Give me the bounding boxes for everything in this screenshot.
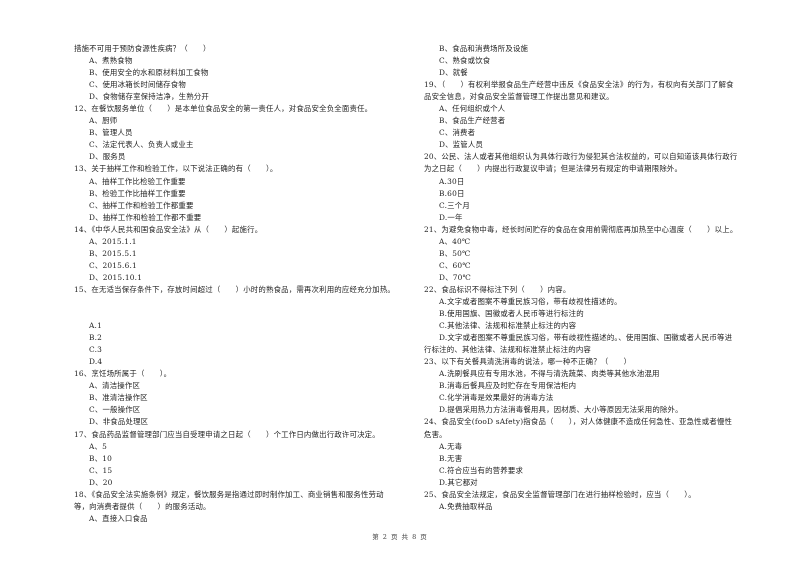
answer-option: D、服务员 [89, 152, 126, 162]
answer-option: B.使用国旗、国徽或者人民币等进行标注的 [439, 309, 584, 319]
answer-option: C、抽样工作和检验工作都重要 [89, 200, 194, 210]
answer-option: D、20 [89, 477, 113, 487]
answer-option: A.30日 [439, 176, 465, 186]
answer-option: A.无毒 [439, 441, 463, 451]
answer-option: A、煮熟食物 [89, 56, 133, 66]
answer-option: C、2015.6.1 [89, 260, 137, 270]
question-text: 24、食品安全(fooD sAfety)指食品（ ），对人体健康不造成任何急性、… [424, 417, 733, 427]
answer-option: C.三个月 [439, 200, 470, 210]
answer-option: B、50℃ [439, 248, 471, 258]
answer-option: D、非食品处理区 [89, 417, 149, 427]
question-text: 20、公民、法人或者其他组织认为具体行政行为侵犯其合法权益的，可以自知道该具体行… [424, 152, 738, 162]
answer-option: B、食品和消费场所及设施 [439, 44, 529, 53]
question-text: 22、食品标识不得标注下列（ ）内容。 [424, 284, 571, 294]
answer-option: D、抽样工作和检验工作都不重要 [89, 212, 202, 222]
answer-option: A、2015.1.1 [89, 236, 137, 246]
answer-option: D、食物储存室保持洁净，生熟分开 [89, 92, 209, 102]
answer-option: C、法定代表人、负责人或业主 [89, 140, 194, 150]
answer-option: C.其他法律、法规和标准禁止标注的内容 [439, 321, 577, 331]
answer-option: A.文字或者图案不尊重民族习俗，带有歧视性描述的。 [439, 296, 622, 306]
answer-option: B.60日 [439, 188, 465, 198]
question-text-continued: 等，向消费者提供（ ）的服务活动。 [74, 501, 211, 511]
question-text: 19、（ ）有权利举报食品生产经营中违反《食品安全法》的行为，有权向有关部门了解… [424, 80, 734, 90]
answer-option: C、消费者 [439, 128, 476, 138]
answer-option: D.一年 [439, 212, 463, 222]
answer-option: A、40℃ [439, 236, 471, 246]
answer-option: D、就餐 [439, 68, 468, 78]
page-footer: 第 2 页 共 8 页 [372, 533, 428, 541]
question-text: 15、在无适当保存条件下，存放时间超过（ ）小时的熟食品，需再次利用的应经充分加… [74, 284, 396, 294]
question-text-continued: 品安全信息，对食品安全监督管理工作提出意见和建议。 [424, 92, 614, 102]
answer-option: A、5 [89, 441, 108, 451]
answer-option: C、60℃ [439, 260, 471, 270]
answer-option: C.化学消毒是效果最好的消毒方法 [439, 393, 554, 403]
answer-option: B、2015.5.1 [89, 248, 137, 258]
question-text: 13、关于抽样工作和检验工作，以下说法正确的有（ ）。 [74, 164, 278, 174]
answer-option: D.4 [89, 357, 103, 367]
question-text: 12、在餐饮服务单位（ ）是本单位食品安全的第一责任人，对食品安全负全面责任。 [74, 104, 373, 114]
answer-option: A、任何组织或个人 [439, 104, 506, 114]
answer-option: D.其它都对 [439, 477, 478, 487]
question-text: 25、食品安全法规定，食品安全监督管理部门在进行抽样检验时，应当（ ）。 [424, 489, 696, 499]
answer-option: C、熟食或饮食 [439, 56, 491, 66]
answer-option: A.洗刷餐具应有专用水池，不得与清洗蔬菜、肉类等其他水池混用 [439, 369, 660, 379]
answer-option: A.1 [89, 321, 102, 331]
answer-option: A、厨师 [89, 116, 118, 126]
answer-option: D.提倡采用热力方法消毒餐用具，因材质、大小等原因无法采用的除外。 [439, 405, 683, 415]
answer-option: C.符合应当有的营养要求 [439, 465, 524, 475]
answer-option: B、使用安全的水和原材料加工食物 [89, 68, 209, 78]
left-column: 措施不可用于预防食源性疾病？（ ） A、煮熟食物 B、使用安全的水和原材料加工食物 C… [74, 43, 419, 525]
answer-option: C、一般操作区 [89, 405, 141, 415]
question-text: 措施不可用于预防食源性疾病？（ ） [74, 44, 211, 53]
answer-option: B、检验工作比抽样工作重要 [89, 188, 186, 198]
answer-option: B、管理人员 [89, 128, 133, 138]
answer-option: A、清洁操作区 [89, 381, 141, 391]
question-text: 14、《中华人民共和国食品安全法》从（ ）起施行。 [74, 224, 263, 234]
document-page: 措施不可用于预防食源性疾病？（ ） A、煮熟食物 B、使用安全的水和原材料加工食物 C… [0, 0, 800, 565]
question-text-continued: 危害。 [424, 429, 447, 439]
answer-option: A.免费抽取样品 [439, 501, 493, 511]
answer-option: D、70℃ [439, 272, 471, 282]
answer-option: D、2015.10.1 [89, 272, 143, 282]
answer-option: C、使用冰箱长时间储存食物 [89, 80, 186, 90]
question-text-continued: 行标注的、其他法律、法规和标准禁止标注的内容 [424, 345, 591, 355]
question-text: 21、为避免食物中毒，经长时间贮存的食品在食用前需彻底再加热至中心温度（ ）以上… [424, 224, 738, 234]
right-column: B、食品和消费场所及设施 C、熟食或饮食 D、就餐 19、（ ）有权利举报食品生产经营… [424, 43, 769, 513]
question-text: 16、烹饪场所属于（ ）。 [74, 369, 172, 379]
answer-option: B、10 [89, 453, 113, 463]
question-text: 23、以下有关餐具清洗消毒的说法，哪一种不正确？（ ） [424, 357, 632, 367]
answer-option: B.2 [89, 333, 103, 343]
answer-option: A、直接入口食品 [89, 513, 148, 523]
answer-option: B.消毒后餐具应及时贮存在专用保洁柜内 [439, 381, 577, 391]
question-text: 18、《食品安全法实施条例》规定，餐饮服务是指通过即时制作加工、商业销售和服务性… [74, 489, 384, 499]
question-text: 17、食品药品监督管理部门应当自受理申请之日起（ ）个工作日内做出行政许可决定。 [74, 429, 380, 439]
answer-option: C、15 [89, 465, 113, 475]
answer-option: B、准清洁操作区 [89, 393, 148, 403]
answer-option: B、食品生产经营者 [439, 116, 506, 126]
answer-option: A、抽样工作比检验工作重要 [89, 176, 186, 186]
question-text-continued: 为之日起（ ）内提出行政复议申请；但是法律另有规定的申请期限除外。 [424, 164, 683, 174]
answer-option: D.文字或者图案不尊重民族习俗，带有歧视性描述的。、使用国旗、国徽或者人民币等进 [439, 333, 733, 343]
answer-option: C.3 [89, 345, 103, 355]
answer-option: B.无害 [439, 453, 463, 463]
answer-option: D、监管人员 [439, 140, 484, 150]
